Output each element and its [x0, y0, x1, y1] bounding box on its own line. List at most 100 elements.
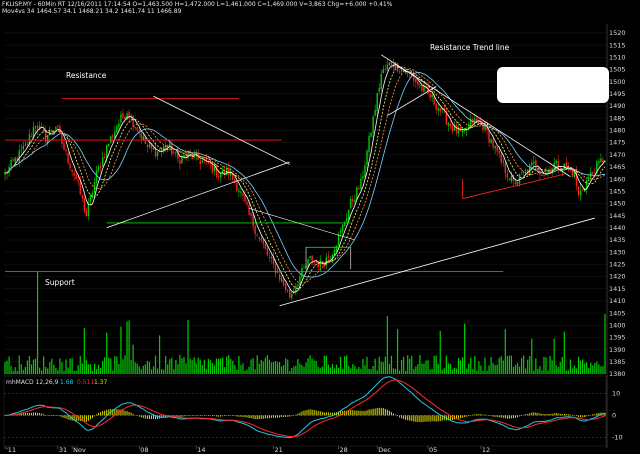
volume-bar: [342, 369, 344, 374]
volume-bar: [226, 356, 228, 374]
volume-bar: [104, 357, 106, 374]
macd-histogram-bar: [197, 415, 199, 416]
volume-bar: [272, 361, 275, 374]
volume-bar: [61, 362, 63, 374]
y-tick-label: 1490: [609, 102, 626, 110]
y-tick-label: 1470: [609, 151, 626, 159]
volume-bar: [189, 358, 191, 374]
volume-bar: [30, 364, 33, 374]
candle-body: [382, 69, 385, 74]
volume-bar: [211, 362, 214, 374]
volume-bar: [128, 320, 130, 374]
volume-bar: [459, 360, 462, 374]
volume-bar: [244, 370, 246, 374]
volume-bar: [427, 360, 429, 374]
volume-bar: [224, 367, 226, 374]
macd-histogram-bar: [201, 415, 203, 416]
macd-histogram-bar: [366, 410, 368, 416]
macd-histogram-bar: [557, 413, 559, 416]
volume-bar: [354, 365, 356, 374]
volume-bar: [520, 357, 523, 374]
candle-body: [69, 163, 71, 169]
volume-bar: [464, 323, 466, 374]
candle-body: [581, 189, 584, 191]
macd-histogram-bar: [187, 415, 189, 416]
volume-bar: [49, 362, 51, 374]
volume-bar: [582, 359, 584, 374]
macd-histogram-bar: [388, 410, 390, 416]
macd-histogram-bar: [49, 415, 51, 416]
macd-histogram-bar: [138, 415, 140, 417]
macd-histogram-bar: [242, 415, 244, 417]
macd-histogram-bar: [565, 414, 567, 416]
macd-histogram-bar: [232, 415, 234, 416]
volume-bar: [317, 366, 319, 374]
macd-histogram-bar: [427, 415, 429, 422]
volume-bar: [63, 370, 65, 374]
x-tick-label: 28: [340, 446, 348, 454]
volume-bar: [167, 364, 169, 374]
volume-bar: [462, 357, 464, 374]
macd-histogram-bar: [584, 415, 586, 417]
macd-histogram-bar: [504, 415, 506, 419]
candle-body: [437, 108, 439, 111]
volume-bar: [441, 369, 443, 374]
candle-body: [152, 148, 155, 149]
macd-histogram-bar: [266, 415, 268, 419]
macd-histogram-bar: [423, 415, 425, 422]
macd-histogram-bar: [157, 415, 159, 419]
volume-bar: [545, 357, 547, 374]
macd-histogram-bar: [224, 415, 226, 417]
volume-bar: [187, 320, 189, 374]
volume-bar: [132, 344, 134, 374]
macd-histogram-bar: [134, 414, 136, 416]
macd-histogram-bar: [376, 407, 378, 416]
macd-histogram-bar: [142, 415, 144, 418]
candle-body: [301, 267, 303, 278]
candle-body: [366, 150, 368, 165]
macd-histogram-bar: [370, 409, 372, 416]
macd-histogram-bar: [28, 412, 30, 416]
macd-histogram-bar: [150, 415, 152, 420]
macd-histogram-bar: [382, 408, 384, 416]
macd-histogram-bar: [270, 415, 272, 418]
macd-histogram-bar: [85, 415, 87, 422]
volume-bar: [238, 355, 240, 374]
candle-body: [114, 131, 116, 138]
macd-histogram-bar: [258, 415, 260, 420]
y-tick-label: 1505: [609, 66, 626, 74]
volume-bar: [435, 355, 437, 374]
candle-body: [244, 194, 246, 202]
volume-bar: [506, 356, 508, 374]
volume-bar: [476, 370, 478, 374]
macd-histogram-bar: [96, 414, 98, 416]
candle-body: [34, 125, 37, 128]
volume-bar: [390, 355, 393, 374]
candle-body: [110, 136, 112, 143]
y-tick-label: 1395: [609, 334, 626, 342]
candle-body: [278, 274, 281, 280]
candle-body: [256, 234, 258, 236]
macd-histogram-bar: [124, 410, 126, 416]
volume-bar: [531, 338, 533, 374]
macd-histogram-bar: [59, 415, 61, 417]
macd-histogram-bar: [295, 414, 297, 416]
y-tick-label: 1510: [609, 53, 626, 61]
macd-histogram-bar: [409, 415, 411, 421]
macd-histogram-bar: [262, 415, 264, 419]
macd-histogram-bar: [207, 415, 209, 416]
candle-body: [372, 116, 374, 134]
macd-histogram-bar: [421, 415, 423, 423]
macd-histogram-bar: [571, 415, 573, 416]
macd-histogram-bar: [305, 410, 307, 416]
volume-bar: [360, 368, 362, 374]
macd-histogram-bar: [384, 408, 386, 416]
macd-histogram-bar: [386, 409, 388, 416]
candle-body: [598, 161, 600, 164]
macd-histogram-bar: [519, 415, 521, 417]
volume-bar: [525, 368, 527, 374]
macd-histogram-bar: [307, 409, 309, 416]
macd-histogram-bar: [411, 415, 413, 422]
macd-histogram-bar: [32, 412, 34, 416]
macd-histogram-bar: [236, 415, 238, 417]
